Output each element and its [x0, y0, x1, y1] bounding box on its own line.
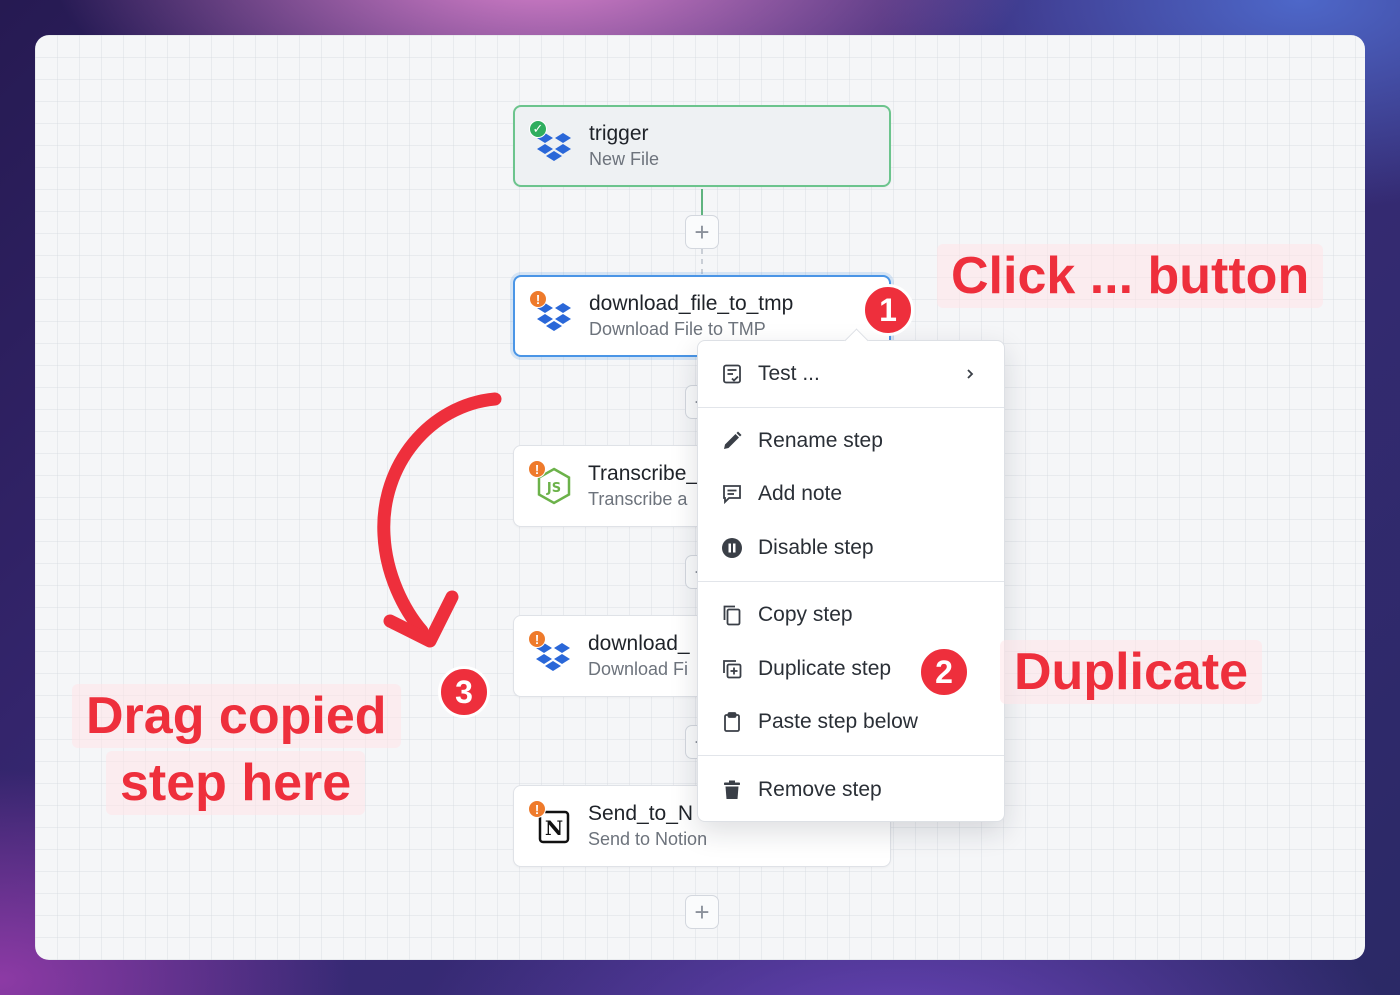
menu-item-rename-step[interactable]: Rename step: [698, 418, 1004, 464]
note-icon: [720, 482, 744, 506]
warning-icon: !: [528, 630, 546, 648]
step-subtitle: New File: [589, 149, 660, 169]
callout-duplicate: Duplicate: [1000, 640, 1263, 704]
warning-icon: !: [528, 460, 546, 478]
dropbox-icon: !: [528, 630, 574, 676]
menu-item-disable-step[interactable]: Disable step: [698, 525, 1004, 571]
step-card-trigger[interactable]: ✓ trigger New File: [513, 105, 891, 187]
menu-divider: [698, 581, 1004, 582]
clipboard-icon: [720, 710, 744, 734]
connector-line: [701, 249, 703, 275]
menu-item-label: Paste step below: [758, 710, 918, 733]
chevron-right-icon: [967, 369, 974, 379]
step-badge-3: 3: [438, 666, 490, 718]
warning-icon: !: [528, 800, 546, 818]
trash-icon: [720, 778, 744, 802]
menu-item-copy-step[interactable]: Copy step: [698, 592, 1004, 638]
test-icon: [720, 362, 744, 386]
step-subtitle: Download File to TMP: [589, 319, 766, 339]
add-step-button[interactable]: +: [685, 895, 719, 929]
callout-drag-line1: Drag copied: [72, 684, 401, 748]
add-step-button[interactable]: +: [685, 215, 719, 249]
step-name: Transcribe_: [588, 462, 699, 485]
copy-icon: [720, 603, 744, 627]
menu-item-label: Test ...: [758, 362, 820, 385]
nodejs-icon: JS !: [528, 460, 574, 506]
dropbox-icon: ✓: [529, 120, 575, 166]
step-badge-1: 1: [862, 284, 914, 336]
menu-item-label: Disable step: [758, 536, 874, 559]
svg-text:N: N: [545, 816, 563, 840]
menu-divider: [698, 407, 1004, 408]
step-name: download_file_to_tmp: [589, 292, 794, 315]
pencil-icon: [720, 429, 744, 453]
menu-item-label: Remove step: [758, 778, 882, 801]
pause-icon: [720, 536, 744, 560]
step-name: Send_to_N: [588, 802, 694, 825]
step-name: download_: [588, 632, 690, 655]
menu-item-label: Duplicate step: [758, 657, 892, 680]
menu-item-add-note[interactable]: Add note: [698, 471, 1004, 517]
step-subtitle: Send to Notion: [588, 829, 708, 849]
step-context-menu: Test ... Rename step Add note Disable st…: [697, 340, 1005, 822]
connector-line: [701, 189, 703, 217]
warning-icon: !: [529, 290, 547, 308]
menu-item-test[interactable]: Test ...: [698, 351, 1004, 397]
menu-item-label: Add note: [758, 482, 843, 505]
svg-text:JS: JS: [546, 481, 561, 496]
menu-item-label: Rename step: [758, 429, 883, 452]
menu-item-paste-step-below[interactable]: Paste step below: [698, 699, 1004, 745]
menu-item-remove-step[interactable]: Remove step: [698, 767, 1004, 813]
step-badge-2: 2: [918, 646, 970, 698]
step-subtitle: Download Fi: [588, 659, 689, 679]
curved-arrow-annotation: [377, 392, 502, 648]
success-check-icon: ✓: [529, 120, 547, 138]
dropbox-icon: !: [529, 290, 575, 336]
menu-divider: [698, 755, 1004, 756]
step-name: trigger: [589, 122, 649, 145]
duplicate-icon: [720, 657, 744, 681]
menu-item-label: Copy step: [758, 603, 853, 626]
callout-click-button: Click ... button: [937, 244, 1324, 308]
step-subtitle: Transcribe a: [588, 489, 688, 509]
callout-drag-line2: step here: [106, 751, 366, 815]
notion-icon: N !: [528, 800, 574, 846]
